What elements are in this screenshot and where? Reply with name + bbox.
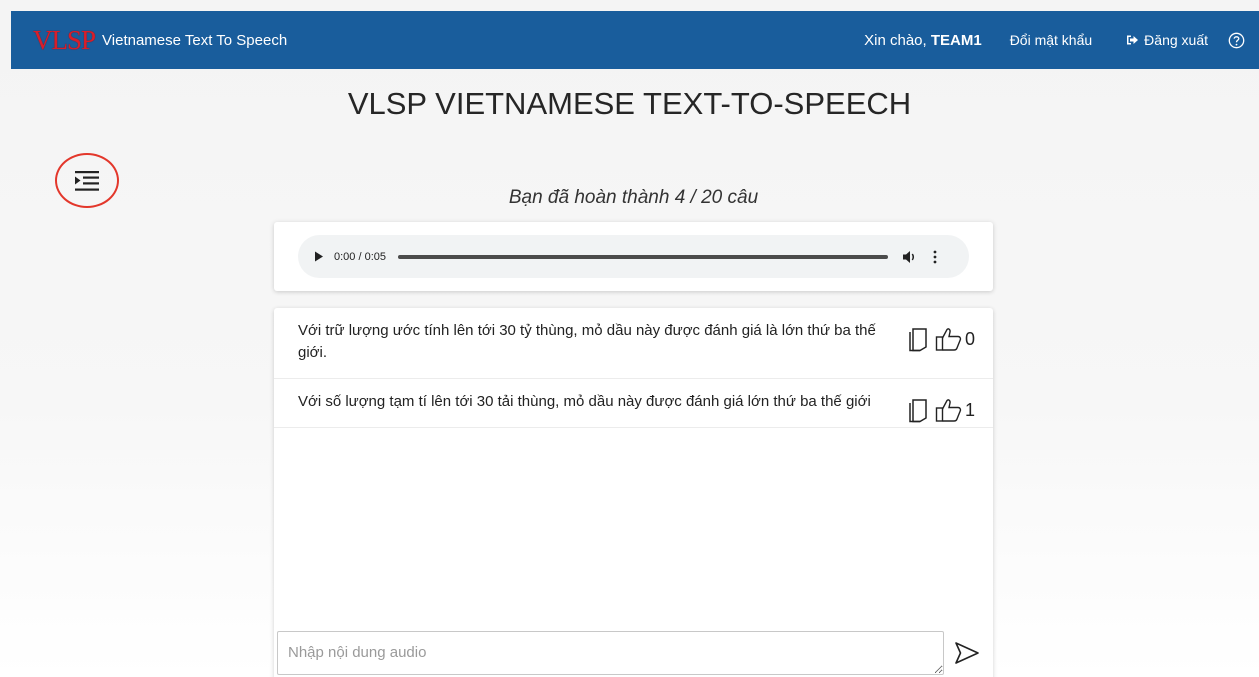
more-vertical-icon — [933, 250, 937, 263]
volume-icon — [903, 250, 915, 263]
progress-text: Bạn đã hoàn thành 4 / 20 câu — [508, 187, 759, 208]
audio-time: 0:00 / 0:05 — [334, 250, 386, 263]
username: TEAM1 — [930, 31, 982, 49]
greeting: Xin chào, TEAM1 — [864, 32, 982, 49]
more-options-button[interactable] — [932, 250, 938, 264]
send-icon[interactable] — [953, 640, 981, 666]
page-title: VLSP VIETNAMESE TEXT-TO-SPEECH — [347, 86, 912, 121]
change-password-link[interactable]: Đổi mật khẩu — [1010, 32, 1092, 48]
sentence-item: Với trữ lượng ước tính lên tới 30 tỷ thù… — [274, 308, 993, 379]
logout-label: Đăng xuất — [1144, 32, 1208, 48]
sentence-list-card: Với trữ lượng ước tính lên tới 30 tỷ thù… — [274, 308, 993, 677]
logout-link[interactable]: Đăng xuất — [1126, 32, 1208, 48]
nav-right: Xin chào, TEAM1 Đổi mật khẩu Đăng xuất — [864, 11, 1259, 69]
sentence-text: Với số lượng tạm tí lên tới 30 tải thùng… — [298, 393, 871, 410]
like-count: 0 — [964, 328, 975, 349]
audio-card: 0:00 / 0:05 — [274, 222, 993, 291]
play-button[interactable] — [314, 250, 328, 264]
thumbs-up-icon[interactable] — [935, 397, 963, 423]
top-navbar: VLSP Vietnamese Text To Speech Xin chào,… — [11, 11, 1259, 69]
vlsp-logo[interactable]: VLSP — [33, 25, 96, 56]
sentence-actions: 1 — [908, 397, 975, 423]
thumbs-up-icon[interactable] — [935, 326, 963, 352]
logout-icon — [1127, 35, 1139, 45]
volume-button[interactable] — [902, 250, 918, 264]
sentence-actions: 0 — [908, 326, 975, 352]
audio-progress-bar[interactable] — [398, 254, 888, 259]
play-icon — [315, 251, 323, 262]
audio-player[interactable]: 0:00 / 0:05 — [298, 235, 969, 278]
copy-icon[interactable] — [908, 397, 930, 423]
greeting-prefix: Xin chào, — [864, 31, 927, 49]
sentence-item: Với số lượng tạm tí lên tới 30 tải thùng… — [274, 379, 993, 428]
copy-icon[interactable] — [908, 326, 930, 352]
audio-content-input[interactable] — [277, 631, 944, 675]
help-icon[interactable] — [1228, 32, 1245, 49]
sentence-text: Với trữ lượng ước tính lên tới 30 tỷ thù… — [298, 322, 876, 361]
app-title[interactable]: Vietnamese Text To Speech — [102, 32, 287, 49]
like-count: 1 — [964, 399, 975, 420]
